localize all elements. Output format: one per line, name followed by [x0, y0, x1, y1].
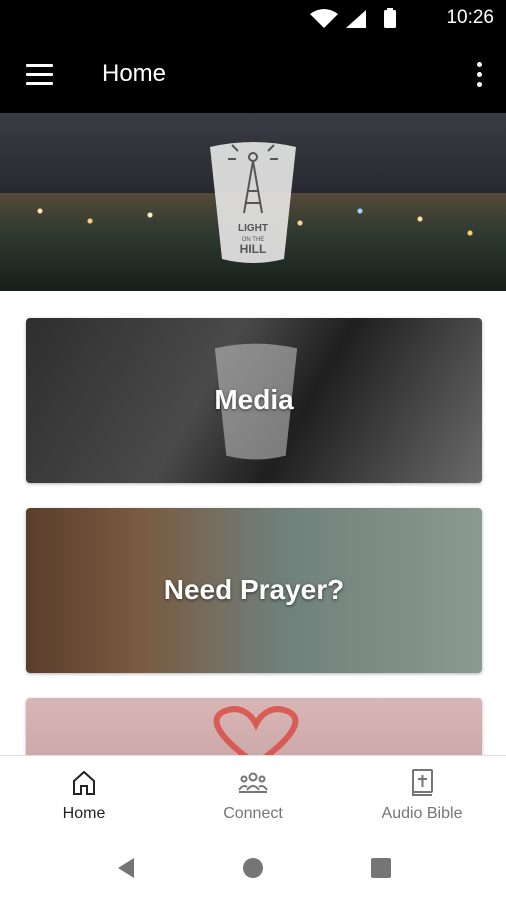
back-icon[interactable] [114, 855, 140, 881]
prayer-card[interactable]: Need Prayer? [26, 508, 482, 673]
recents-icon[interactable] [368, 855, 394, 881]
status-bar: 10:26 [0, 0, 506, 36]
nav-label-connect: Connect [223, 805, 283, 822]
battery-icon [384, 10, 396, 28]
bottom-navigation: Home Connect Audio Bible [0, 755, 506, 835]
light-on-the-hill-logo: LIGHT ON THE HILL [210, 142, 296, 263]
nav-item-home[interactable]: Home [0, 756, 168, 836]
system-navigation-bar [0, 835, 506, 900]
prayer-card-title: Need Prayer? [163, 574, 345, 605]
hamburger-menu-icon[interactable] [26, 64, 54, 86]
media-card[interactable]: Media [26, 318, 482, 483]
nav-item-connect[interactable]: Connect [169, 756, 337, 836]
app-bar: Home [0, 36, 506, 113]
love-card[interactable] [26, 698, 482, 758]
status-time: 10:26 [446, 7, 494, 28]
svg-text:LIGHT: LIGHT [238, 223, 268, 234]
signal-icon [346, 10, 366, 28]
svg-text:HILL: HILL [240, 242, 267, 256]
people-icon [238, 772, 268, 793]
nav-label-home: Home [62, 805, 106, 822]
home-circle-icon[interactable] [240, 855, 266, 881]
media-card-title: Media [214, 384, 294, 415]
status-icons [310, 8, 396, 28]
page-title: Home [102, 60, 167, 87]
more-vertical-icon[interactable] [474, 60, 484, 90]
nav-item-audio-bible[interactable]: Audio Bible [338, 756, 506, 836]
home-icon [73, 770, 95, 795]
heart-icon [213, 706, 299, 758]
wifi-icon [310, 9, 338, 28]
book-plus-icon [412, 769, 433, 796]
nav-label-audio-bible: Audio Bible [381, 805, 463, 822]
